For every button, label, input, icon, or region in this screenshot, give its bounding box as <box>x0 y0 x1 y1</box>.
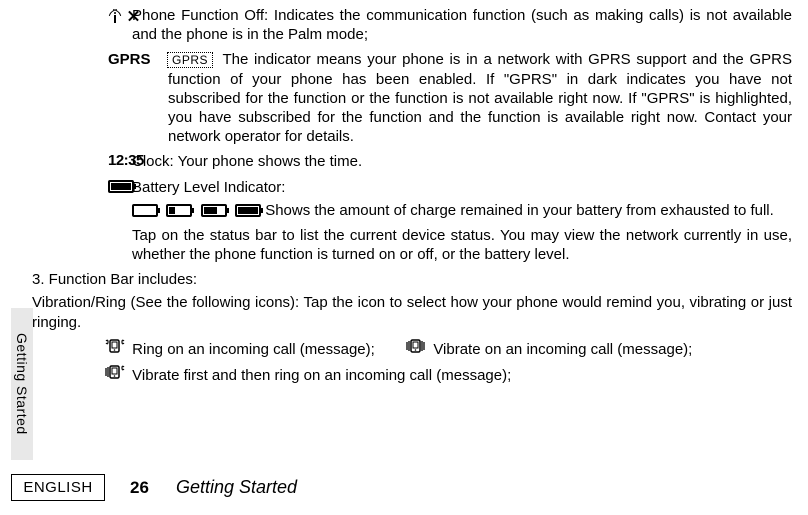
entry-gprs: GPRS GPRS The indicator means your phone… <box>32 50 792 146</box>
section3-heading: 3. Function Bar includes: <box>32 270 792 289</box>
antenna-x-icon <box>110 9 142 23</box>
ring-line-1: Ring on an incoming call (message); Vibr… <box>32 338 792 362</box>
ring-icon <box>104 338 126 362</box>
footer-page-number: 26 <box>130 478 149 498</box>
clock-text: Clock: Your phone shows the time. <box>132 152 792 171</box>
entry-clock: 12:35 Clock: Your phone shows the time. <box>32 152 792 171</box>
battery-empty-icon <box>132 204 158 217</box>
vibrate-icon <box>405 338 427 362</box>
battery-low-icon <box>166 204 192 217</box>
ring-line-2: Vibrate first and then ring on an incomi… <box>32 364 792 388</box>
side-tab: Getting Started <box>11 308 33 460</box>
footer-title: Getting Started <box>176 477 297 498</box>
gprs-desc: The indicator means your phone is in a n… <box>168 51 792 145</box>
entry-phone-off: Phone Function Off: Indicates the commun… <box>32 6 792 44</box>
footer: ENGLISH 26 Getting Started <box>0 465 808 501</box>
page-content: Phone Function Off: Indicates the commun… <box>32 6 792 457</box>
vibrate-ring-icon <box>104 364 126 388</box>
gprs-text: GPRS The indicator means your phone is i… <box>168 50 792 146</box>
gprs-dotted-icon: GPRS <box>167 52 213 68</box>
gprs-label: GPRS <box>32 50 168 146</box>
vibrate-ring-text: Vibrate first and then ring on an incomi… <box>132 367 511 384</box>
footer-language: ENGLISH <box>11 474 105 501</box>
ring-text: Ring on an incoming call (message); <box>132 341 375 358</box>
battery-label: Battery Level Indicator: <box>132 178 792 197</box>
entry-battery: Battery Level Indicator: <box>32 178 792 197</box>
battery-levels-line: Shows the amount of charge remained in y… <box>32 201 792 220</box>
phone-off-text: Phone Function Off: Indicates the commun… <box>132 6 792 44</box>
battery-full-icon-2 <box>235 204 261 217</box>
vibrate-text: Vibrate on an incoming call (message); <box>433 341 692 358</box>
battery-full-icon <box>108 180 134 193</box>
vibration-intro: Vibration/Ring (See the following icons)… <box>32 293 792 331</box>
battery-mid-icon <box>201 204 227 217</box>
battery-desc: Shows the amount of charge remained in y… <box>265 202 774 219</box>
battery-tap-text: Tap on the status bar to list the curren… <box>32 226 792 264</box>
